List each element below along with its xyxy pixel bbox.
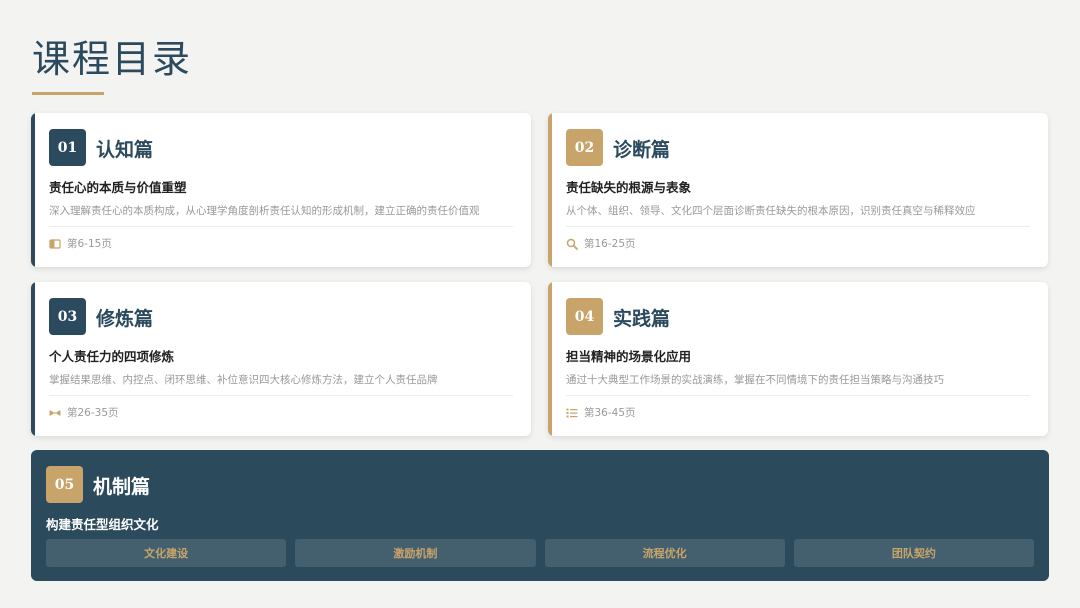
tag-team-contract[interactable]: 团队契约: [793, 539, 1034, 567]
module-number-badge: 02: [566, 129, 603, 166]
module-card-05[interactable]: 05 机制篇 构建责任型组织文化 文化建设 激励机制 流程优化 团队契约: [31, 450, 1049, 581]
divider: [49, 226, 513, 227]
module-page-range: 第6-15页: [49, 236, 112, 251]
module-page-range: 第26-35页: [49, 405, 119, 420]
module-title: 认知篇: [96, 139, 154, 161]
module-number-badge: 05: [46, 466, 83, 503]
mechanism-tags: 文化建设 激励机制 流程优化 团队契约: [46, 539, 1034, 567]
search-icon: [566, 238, 578, 250]
tag-culture[interactable]: 文化建设: [46, 539, 287, 567]
module-title: 机制篇: [93, 476, 151, 498]
module-card-02[interactable]: 02 诊断篇 责任缺失的根源与表象 从个体、组织、领导、文化四个层面诊断责任缺失…: [548, 113, 1048, 267]
dumbbell-icon: [49, 410, 61, 415]
module-page-range: 第36-45页: [566, 405, 636, 420]
divider: [566, 395, 1030, 396]
page-range-text: 第26-35页: [67, 407, 119, 419]
module-subtitle: 构建责任型组织文化: [46, 517, 159, 532]
module-title: 诊断篇: [613, 139, 671, 161]
module-number-badge: 04: [566, 298, 603, 335]
page-title: 课程目录: [32, 37, 193, 81]
module-number-badge: 03: [49, 298, 86, 335]
tag-incentive[interactable]: 激励机制: [295, 539, 536, 567]
module-card-01[interactable]: 01 认知篇 责任心的本质与价值重塑 深入理解责任心的本质构成，从心理学角度剖析…: [31, 113, 531, 267]
module-description: 从个体、组织、领导、文化四个层面诊断责任缺失的根本原因，识别责任真空与稀释效应: [566, 205, 976, 217]
module-title: 实践篇: [613, 308, 671, 330]
module-subtitle: 担当精神的场景化应用: [566, 349, 692, 364]
list-icon: [566, 408, 578, 417]
page-range-text: 第16-25页: [584, 238, 636, 250]
module-description: 通过十大典型工作场景的实战演练，掌握在不同情境下的责任担当策略与沟通技巧: [566, 374, 944, 386]
divider: [566, 226, 1030, 227]
module-subtitle: 责任缺失的根源与表象: [566, 180, 692, 195]
module-card-04[interactable]: 04 实践篇 担当精神的场景化应用 通过十大典型工作场景的实战演练，掌握在不同情…: [548, 282, 1048, 436]
title-underline: [32, 92, 104, 95]
module-card-03[interactable]: 03 修炼篇 个人责任力的四项修炼 掌握结果思维、内控点、闭环思维、补位意识四大…: [31, 282, 531, 436]
module-number-badge: 01: [49, 129, 86, 166]
tag-process[interactable]: 流程优化: [544, 539, 785, 567]
module-page-range: 第16-25页: [566, 236, 636, 251]
module-description: 掌握结果思维、内控点、闭环思维、补位意识四大核心修炼方法，建立个人责任品牌: [49, 374, 438, 386]
module-subtitle: 个人责任力的四项修炼: [49, 349, 175, 364]
divider: [49, 395, 513, 396]
book-icon: [49, 238, 61, 249]
page-range-text: 第6-15页: [67, 238, 112, 250]
module-title: 修炼篇: [96, 308, 154, 330]
page-range-text: 第36-45页: [584, 407, 636, 419]
module-description: 深入理解责任心的本质构成，从心理学角度剖析责任认知的形成机制，建立正确的责任价值…: [49, 205, 480, 217]
module-subtitle: 责任心的本质与价值重塑: [49, 180, 187, 195]
